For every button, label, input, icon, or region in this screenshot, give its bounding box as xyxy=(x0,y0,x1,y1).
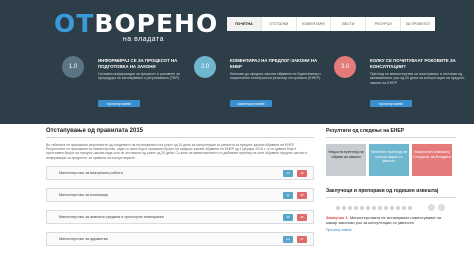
step-badge: 1.0 xyxy=(62,56,84,78)
conclusion-read-more-link[interactable]: Прочитај повеќе xyxy=(326,228,456,232)
hero-item-inform: 1.0 Информирај се за процесот на подгото… xyxy=(62,56,206,118)
nav-about[interactable]: ЗА ПРОЕКТОТ xyxy=(401,17,435,31)
hero-comment-button[interactable]: коментирај повеќе xyxy=(230,100,272,107)
prev-arrow-icon[interactable]: ‹ xyxy=(428,204,435,211)
nav-news[interactable]: ВЕСТИ xyxy=(331,17,367,31)
carousel-dot[interactable] xyxy=(348,206,352,210)
step-badge: 3.0 xyxy=(334,56,356,78)
count-deviations-badge: 08 xyxy=(297,191,307,199)
hero-text: Линкови до предлог-закони објавени на Ед… xyxy=(230,72,321,81)
count-deviations-badge: 07 xyxy=(297,235,307,243)
carousel-dot[interactable] xyxy=(372,206,376,210)
section-title: Отстапување од правилата 2015 xyxy=(46,128,314,138)
conclusion-text: Заклучок 1. Министерствата не истакнуваа… xyxy=(326,215,452,225)
hero-text: Основни информации за процесот и роковит… xyxy=(98,72,180,81)
site-header: ОТВОРЕНО на владата ПОЧЕТНА ОТСТАПКИ КОМ… xyxy=(0,0,474,124)
deviations-section: Отстапување од правилата 2015 Во табелат… xyxy=(46,128,314,254)
count-published-badge: 16 xyxy=(283,213,293,221)
next-arrow-icon[interactable]: › xyxy=(438,204,445,211)
ministry-name: Министерство за здравство xyxy=(59,236,108,241)
list-item[interactable]: Министерство за животна средина и просто… xyxy=(46,209,314,224)
conclusions-title: Заклучоци и препораки од годишен извешта… xyxy=(326,188,456,198)
count-deviations-badge: 06 xyxy=(297,213,307,221)
site-logo[interactable]: ОТВОРЕНО на владата xyxy=(54,9,219,44)
results-sidebar: Резултати од следење на ЕНЕР Недоста пре… xyxy=(326,128,456,232)
hero-title: Колку се почитуваат роковите за консулта… xyxy=(370,58,456,69)
ministry-name: Министерство за животна средина и просто… xyxy=(59,214,164,219)
nav-comments[interactable]: КОМЕНТАРИ xyxy=(297,17,332,31)
hero-item-comment: 2.0 Коментирај на предлог-закони на ЕНЕР… xyxy=(194,56,338,118)
count-published-badge: 24 xyxy=(283,235,293,243)
list-item[interactable]: Министерство за економија 12 08 xyxy=(46,187,314,202)
tab-quarterly[interactable]: Квартален извештај Следење на Владата xyxy=(412,144,452,176)
logo-tagline: на владата xyxy=(122,36,164,43)
carousel-dot[interactable] xyxy=(360,206,364,210)
result-tabs: Недоста преглед на објави за закони Месе… xyxy=(326,144,456,176)
carousel-dot[interactable] xyxy=(384,206,388,210)
hero-text: Преглед по министерства за почитување и … xyxy=(370,72,466,85)
nav-home[interactable]: ПОЧЕТНА xyxy=(227,17,262,31)
tab-monthly[interactable]: Месечен преглед на консултации со јавнос… xyxy=(369,144,409,176)
hero-item-deadlines: 3.0 Колку се почитуваат роковите за конс… xyxy=(334,56,474,118)
carousel-dot[interactable] xyxy=(390,206,394,210)
hero-read-more-button[interactable]: прочитај повеќе xyxy=(370,100,412,107)
carousel-dot[interactable] xyxy=(366,206,370,210)
count-published-badge: 12 xyxy=(283,191,293,199)
count-deviations-badge: 10 xyxy=(297,169,307,177)
list-item[interactable]: Министерство за внатрешни работи 14 10 xyxy=(46,165,314,180)
ministry-list: Министерство за внатрешни работи 14 10 М… xyxy=(46,165,314,246)
carousel-dot[interactable] xyxy=(342,206,346,210)
carousel-dot[interactable] xyxy=(378,206,382,210)
ministry-name: Министерство за економија xyxy=(59,192,108,197)
carousel-dot[interactable] xyxy=(402,206,406,210)
carousel-pager: ‹ › xyxy=(326,204,456,211)
sidebar-title: Резултати од следење на ЕНЕР xyxy=(326,128,456,138)
section-intro: Во табелата се прикажани резултатите од … xyxy=(46,143,308,160)
logo-wordmark: ОТВОРЕНО xyxy=(54,9,219,38)
hero-title: Коментирај на предлог-закони на ЕНЕР xyxy=(230,58,318,69)
carousel-dot[interactable] xyxy=(396,206,400,210)
ministry-name: Министерство за внатрешни работи xyxy=(59,170,123,175)
tab-overview[interactable]: Недоста преглед на објави за закони xyxy=(326,144,366,176)
carousel-dot[interactable] xyxy=(354,206,358,210)
list-item[interactable]: Министерство за здравство 24 07 xyxy=(46,231,314,246)
hero-title: Информирај се за процесот на подготовка … xyxy=(98,58,178,69)
count-published-badge: 14 xyxy=(283,169,293,177)
main-nav: ПОЧЕТНА ОТСТАПКИ КОМЕНТАРИ ВЕСТИ РЕСУРСИ… xyxy=(227,17,435,31)
nav-resources[interactable]: РЕСУРСИ xyxy=(366,17,402,31)
nav-deviations[interactable]: ОТСТАПКИ xyxy=(262,17,297,31)
carousel-dot[interactable] xyxy=(408,206,412,210)
hero-read-more-button[interactable]: прочитај повеќе xyxy=(98,100,140,107)
carousel-dot[interactable] xyxy=(336,206,340,210)
step-badge: 2.0 xyxy=(194,56,216,78)
